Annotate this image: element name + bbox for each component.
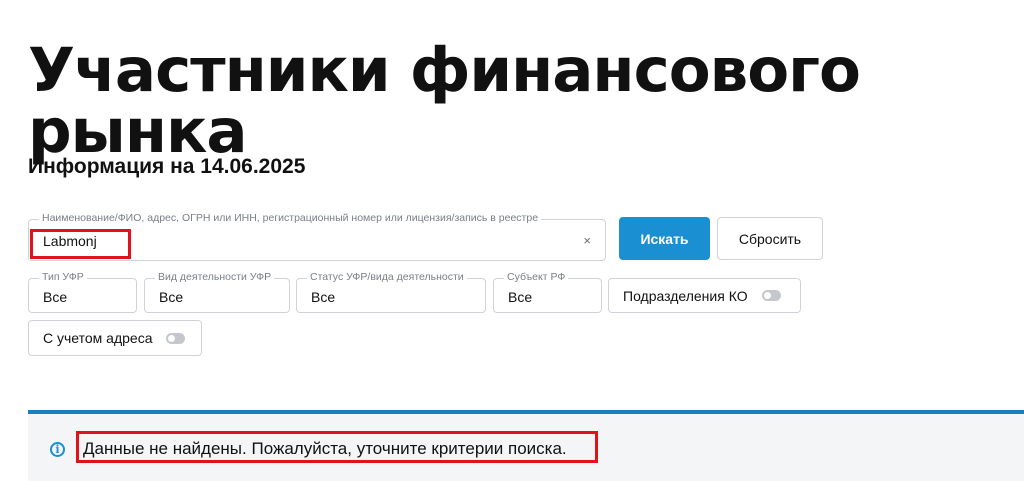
- search-input[interactable]: [43, 233, 543, 249]
- address-toggle-label: С учетом адреса: [43, 330, 153, 346]
- page-title: Участники финансового рынка: [28, 35, 861, 167]
- info-date: Информация на 14.06.2025: [28, 155, 306, 178]
- status-select-value: Все: [311, 289, 336, 305]
- info-icon: i: [50, 442, 65, 457]
- type-select-label: Тип УФР: [39, 271, 87, 283]
- reset-button[interactable]: Сбросить: [717, 217, 823, 260]
- no-results-notice: i Данные не найдены. Пожалуйста, уточнит…: [28, 410, 1024, 481]
- status-select-label: Статус УФР/вида деятельности: [307, 271, 467, 283]
- activity-select-value: Все: [159, 289, 184, 305]
- region-select[interactable]: Субъект РФ Все: [493, 271, 602, 313]
- ko-units-label: Подразделения КО: [623, 287, 748, 304]
- search-field-label: Наименование/ФИО, адрес, ОГРН или ИНН, р…: [39, 212, 542, 224]
- address-toggle-box[interactable]: С учетом адреса: [28, 320, 202, 356]
- activity-select-label: Вид деятельности УФР: [155, 271, 275, 283]
- region-select-label: Субъект РФ: [504, 271, 569, 283]
- status-select[interactable]: Статус УФР/вида деятельности Все: [296, 271, 486, 313]
- search-field[interactable]: Наименование/ФИО, адрес, ОГРН или ИНН, р…: [28, 212, 606, 261]
- type-select-value: Все: [43, 289, 68, 305]
- ko-units-switch[interactable]: [761, 290, 781, 301]
- close-icon[interactable]: ×: [583, 233, 591, 248]
- address-switch[interactable]: [166, 332, 186, 344]
- search-button[interactable]: Искать: [619, 217, 710, 260]
- type-select[interactable]: Тип УФР Все: [28, 271, 137, 313]
- no-results-text: Данные не найдены. Пожалуйста, уточните …: [83, 439, 567, 458]
- region-select-value: Все: [508, 289, 533, 305]
- activity-select[interactable]: Вид деятельности УФР Все: [144, 271, 290, 313]
- ko-units-toggle-box[interactable]: Подразделения КО: [608, 278, 801, 313]
